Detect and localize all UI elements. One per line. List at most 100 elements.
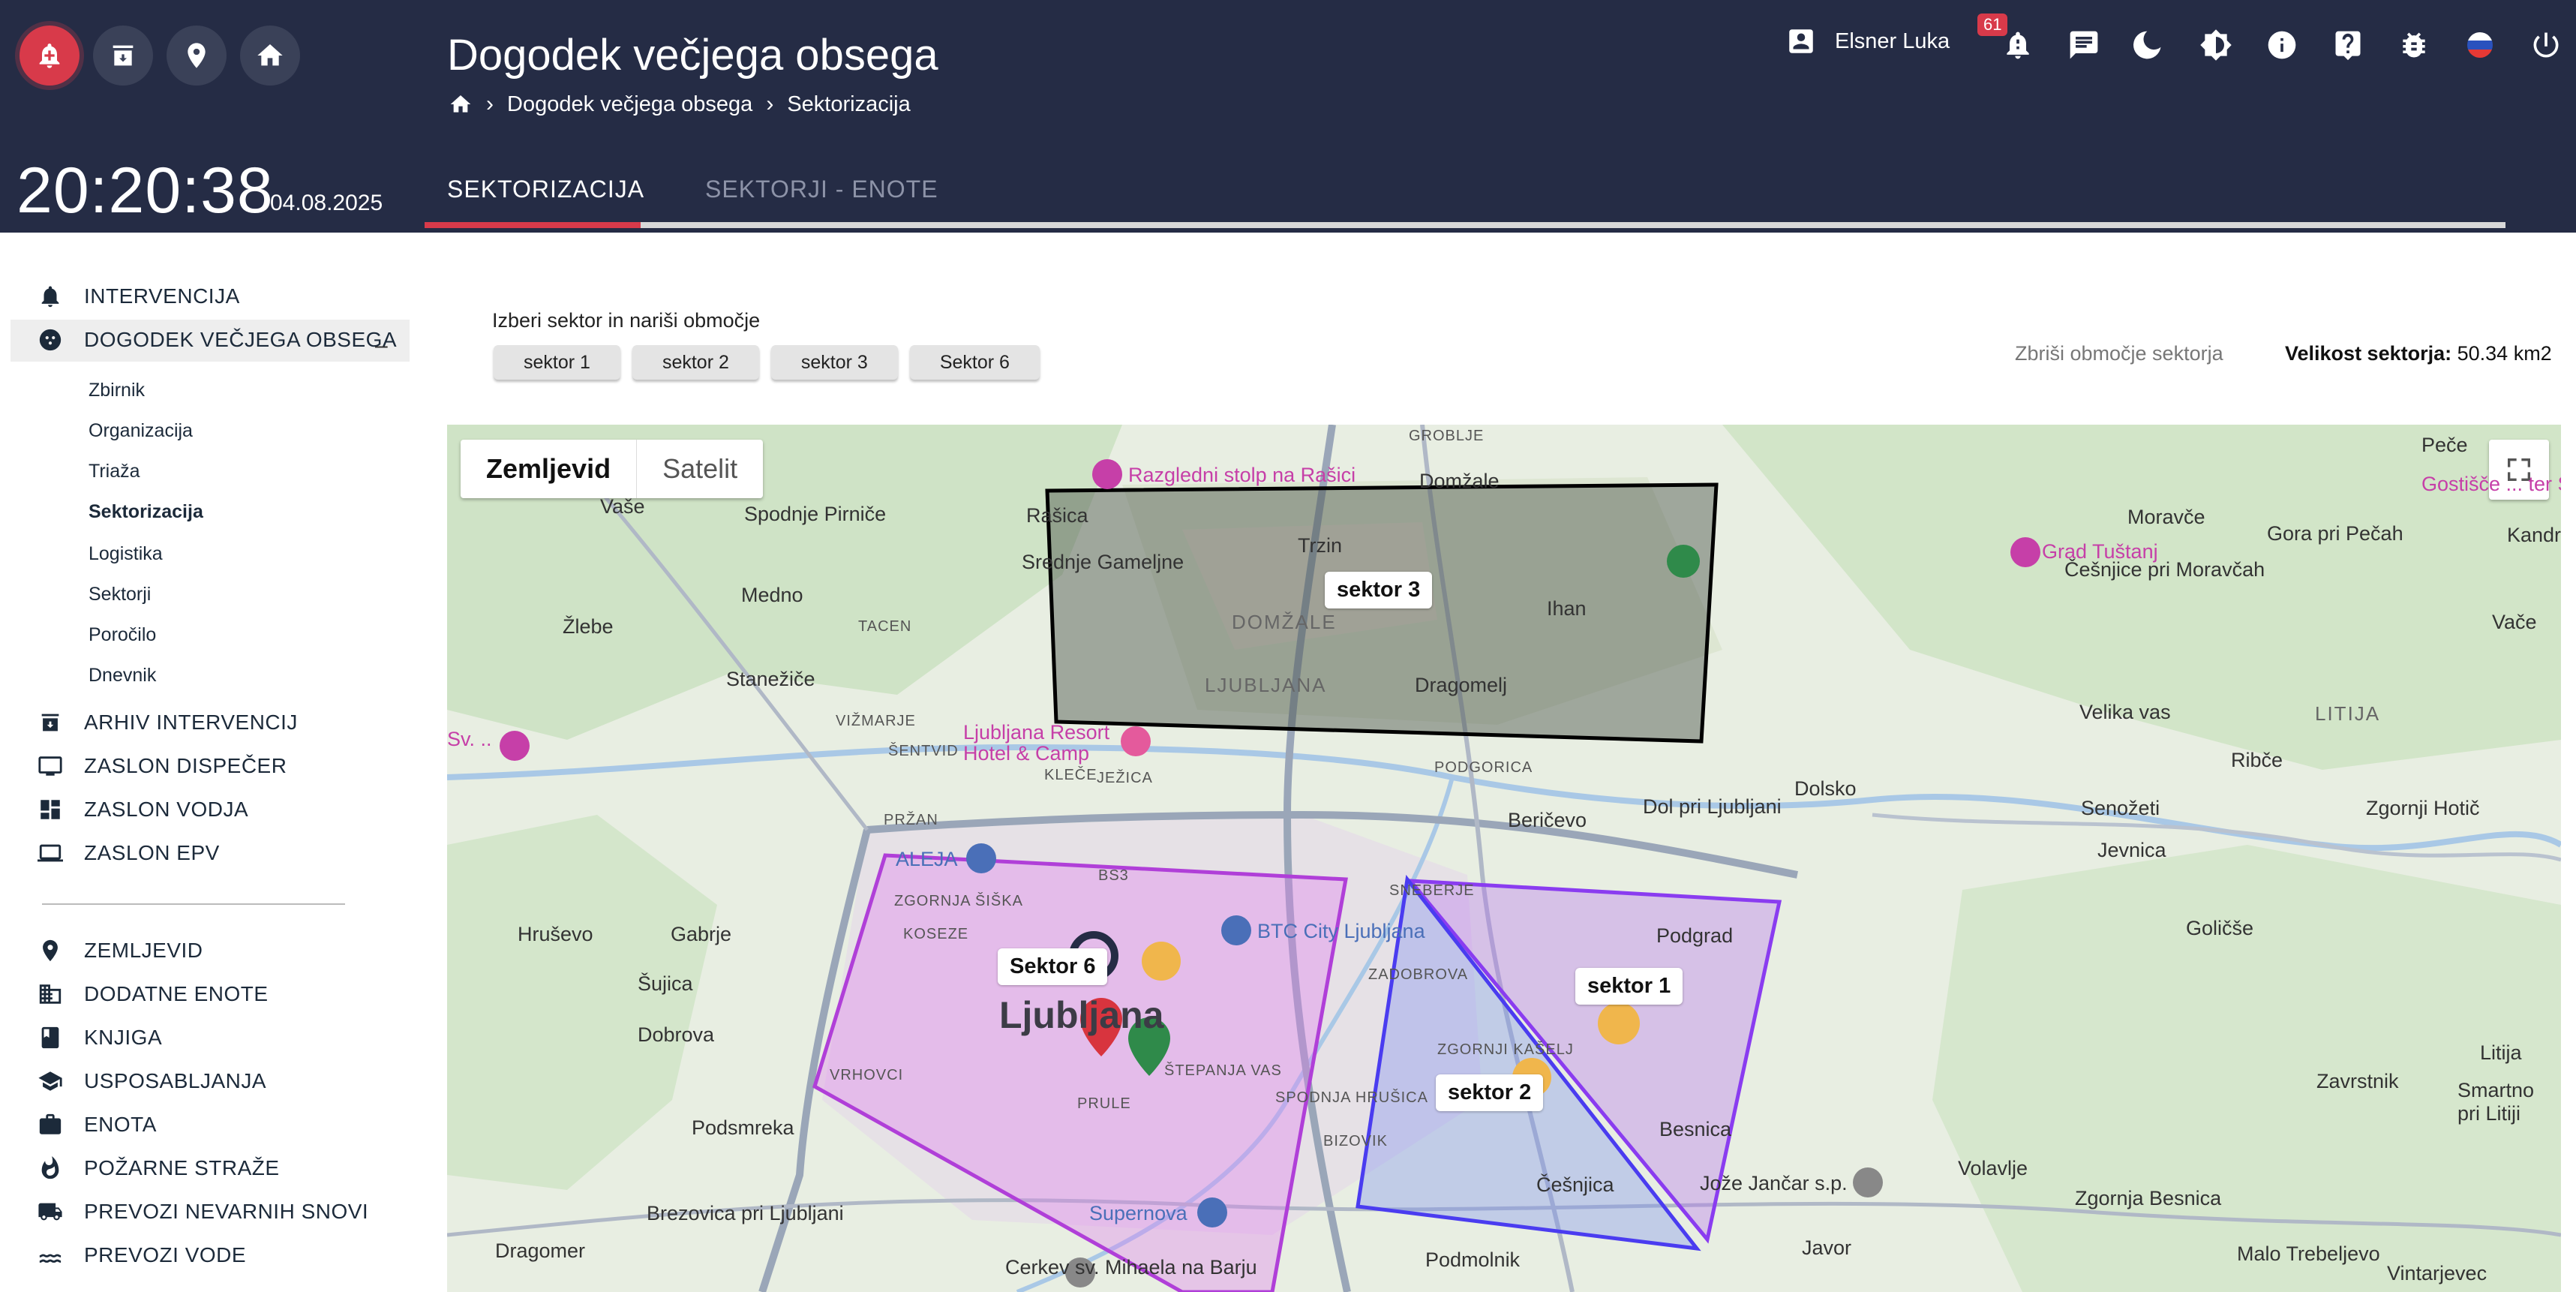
dark-mode-button[interactable] xyxy=(2130,26,2169,65)
collapse-toggle[interactable]: – xyxy=(375,333,388,359)
sidebar-item-usposabljanja[interactable]: USPOSABLJANJA xyxy=(38,1068,266,1094)
language-button[interactable] xyxy=(2460,26,2499,65)
breadcrumb-separator: › xyxy=(486,92,494,116)
sidebar-item-zaslon-vodja[interactable]: ZASLON VODJA xyxy=(38,797,248,822)
sidebar-item-zemljevid[interactable]: ZEMLJEVID xyxy=(38,938,203,963)
place-label: Češnjica xyxy=(1536,1173,1614,1196)
sector-1-button[interactable]: sektor 1 xyxy=(494,345,620,380)
sector-button-group: sektor 1 sektor 2 sektor 3 Sektor 6 xyxy=(494,345,1040,380)
sector-2-label[interactable]: sektor 2 xyxy=(1436,1074,1544,1111)
place-label: Ihan xyxy=(1547,597,1587,620)
poi-label[interactable]: Grad Tuštanj xyxy=(2042,540,2158,563)
notification-badge: 61 xyxy=(1977,14,2008,36)
sidebar-item-dogodek[interactable]: DOGODEK VEČJEGA OBSEGA xyxy=(38,327,397,353)
sidebar-subitem-triaza[interactable]: Triaža xyxy=(89,461,140,482)
place-label: ZGORNJI KAŠELJ xyxy=(1437,1041,1574,1058)
place-label: Dobrova xyxy=(638,1023,715,1046)
alarm-button[interactable] xyxy=(20,26,80,86)
map-type-satellite[interactable]: Satelit xyxy=(636,440,763,498)
sidebar-subitem-sektorji[interactable]: Sektorji xyxy=(89,584,151,605)
place-label: Besnica xyxy=(1659,1118,1732,1140)
shopping-poi-icon[interactable] xyxy=(966,843,996,873)
poi-label[interactable]: Razgledni stolp na Rašici xyxy=(1128,464,1356,487)
chat-button[interactable] xyxy=(2064,26,2103,65)
sidebar-item-label: USPOSABLJANJA xyxy=(84,1069,267,1092)
place-label: Litija xyxy=(2480,1041,2522,1064)
home-button[interactable] xyxy=(240,26,300,86)
poi-label[interactable]: Sv. ... opol xyxy=(447,728,494,751)
delete-sector-area-button[interactable]: Zbriši območje sektorja xyxy=(2015,342,2223,365)
place-label: Podgrad xyxy=(1656,924,1734,947)
place-label: Zgornja Besnica xyxy=(2075,1187,2222,1209)
sidebar-item-zaslon-dispecer[interactable]: ZASLON DISPEČER xyxy=(38,753,287,779)
place-label: Vače xyxy=(2492,611,2537,633)
tab-sektorji-enote[interactable]: SEKTORJI - ENOTE xyxy=(683,165,961,225)
camera-poi-icon[interactable] xyxy=(2010,537,2040,567)
sidebar-subitem-dnevnik[interactable]: Dnevnik xyxy=(89,665,156,687)
sidebar-subitem-organizacija[interactable]: Organizacija xyxy=(89,420,193,442)
sector-6-label[interactable]: Sektor 6 xyxy=(998,948,1108,985)
user-badge-icon xyxy=(1789,29,1813,53)
sector-3-button[interactable]: sektor 3 xyxy=(770,345,898,380)
poi-label[interactable]: BTC City Ljubljana xyxy=(1257,920,1425,943)
sector-1-label[interactable]: sektor 1 xyxy=(1575,968,1683,1005)
brightness-button[interactable] xyxy=(2196,26,2235,65)
sidebar-item-zaslon-epv[interactable]: ZASLON EPV xyxy=(38,840,220,866)
sidebar-item-prevozi-vode[interactable]: PREVOZI VODE xyxy=(38,1242,246,1268)
map-type-roadmap[interactable]: Zemljevid xyxy=(461,440,636,498)
logout-button[interactable] xyxy=(2526,26,2565,65)
truck-icon xyxy=(38,1203,62,1221)
select-sector-label: Izberi sektor in nariši območje xyxy=(492,309,761,332)
map-button[interactable] xyxy=(167,26,227,86)
slovenia-flag-icon xyxy=(2467,32,2493,58)
archive-button[interactable] xyxy=(93,26,153,86)
poi-label[interactable]: Ljubljana Resort Hotel & Camp xyxy=(963,722,1143,764)
sector-6-button[interactable]: Sektor 6 xyxy=(909,345,1040,380)
sector-3-label[interactable]: sektor 3 xyxy=(1325,572,1433,608)
sidebar-subitem-zbirnik[interactable]: Zbirnik xyxy=(89,380,145,401)
sidebar-item-label: ZEMLJEVID xyxy=(84,939,203,962)
place-label: Velika vas xyxy=(2079,701,2171,723)
sidebar-item-dodatne-enote[interactable]: DODATNE ENOTE xyxy=(38,981,269,1007)
home-icon[interactable] xyxy=(449,92,473,116)
help-button[interactable] xyxy=(2328,26,2367,65)
yellow-marker-icon[interactable] xyxy=(1598,1002,1640,1044)
sidebar-item-arhiv[interactable]: ARHIV INTERVENCIJ xyxy=(38,710,298,735)
camera-poi-icon[interactable] xyxy=(500,731,530,761)
sidebar-item-intervencija[interactable]: INTERVENCIJA xyxy=(38,284,240,309)
poi-label[interactable]: ALEJA xyxy=(896,848,958,871)
place-label: Goličše xyxy=(2186,917,2254,939)
sidebar-subitem-porocilo[interactable]: Poročilo xyxy=(89,624,156,646)
poi-label[interactable]: Supernova xyxy=(1089,1202,1187,1225)
sector-2-button[interactable]: sektor 2 xyxy=(632,345,759,380)
clock: 20:20:38 xyxy=(17,155,274,227)
place-label: Dragomer xyxy=(495,1239,586,1262)
sidebar-subitem-logistika[interactable]: Logistika xyxy=(89,543,163,565)
tab-track xyxy=(425,222,2505,228)
bug-report-button[interactable] xyxy=(2394,26,2433,65)
poi-label[interactable]: Gostišče ... ter SRD xyxy=(2421,473,2561,496)
sidebar-subitem-sektorizacija[interactable]: Sektorizacija xyxy=(89,501,203,523)
sector-3-polygon[interactable] xyxy=(1045,482,1719,744)
breadcrumb-item[interactable]: Dogodek večjega obsega xyxy=(507,92,752,117)
shopping-poi-icon[interactable] xyxy=(1221,915,1251,945)
sector-size: Velikost sektorja: 50.34 km2 xyxy=(2285,342,2552,365)
paw-marker-icon[interactable] xyxy=(1142,942,1181,981)
place-label: LITIJA xyxy=(2315,702,2381,725)
camera-poi-icon[interactable] xyxy=(1092,459,1122,489)
tab-sektorizacija[interactable]: SEKTORIZACIJA xyxy=(425,165,667,225)
shopping-poi-icon[interactable] xyxy=(1197,1197,1227,1227)
sidebar-item-enota[interactable]: ENOTA xyxy=(38,1112,157,1137)
notifications-button[interactable]: 61 xyxy=(1977,14,2037,65)
place-label: Zavrstnik xyxy=(2316,1070,2399,1092)
sidebar-item-knjiga[interactable]: KNJIGA xyxy=(38,1025,162,1050)
business-poi-icon[interactable] xyxy=(1853,1167,1883,1197)
park-marker-icon[interactable] xyxy=(1667,545,1700,578)
user-menu[interactable]: Elsner Luka xyxy=(1785,26,1950,57)
sidebar-item-prevozi-nevarnih-snovi[interactable]: PREVOZI NEVARNIH SNOVI xyxy=(38,1199,368,1224)
sidebar-item-pozarne-straze[interactable]: POŽARNE STRAŽE xyxy=(38,1155,280,1181)
place-label: GROBLJE xyxy=(1409,428,1485,444)
poi-label[interactable]: Jože Jančar s.p. xyxy=(1700,1172,1848,1195)
map[interactable]: Zemljevid Satelit Vaše Spodnje Pirniče R… xyxy=(447,425,2561,1292)
info-button[interactable] xyxy=(2262,26,2301,65)
